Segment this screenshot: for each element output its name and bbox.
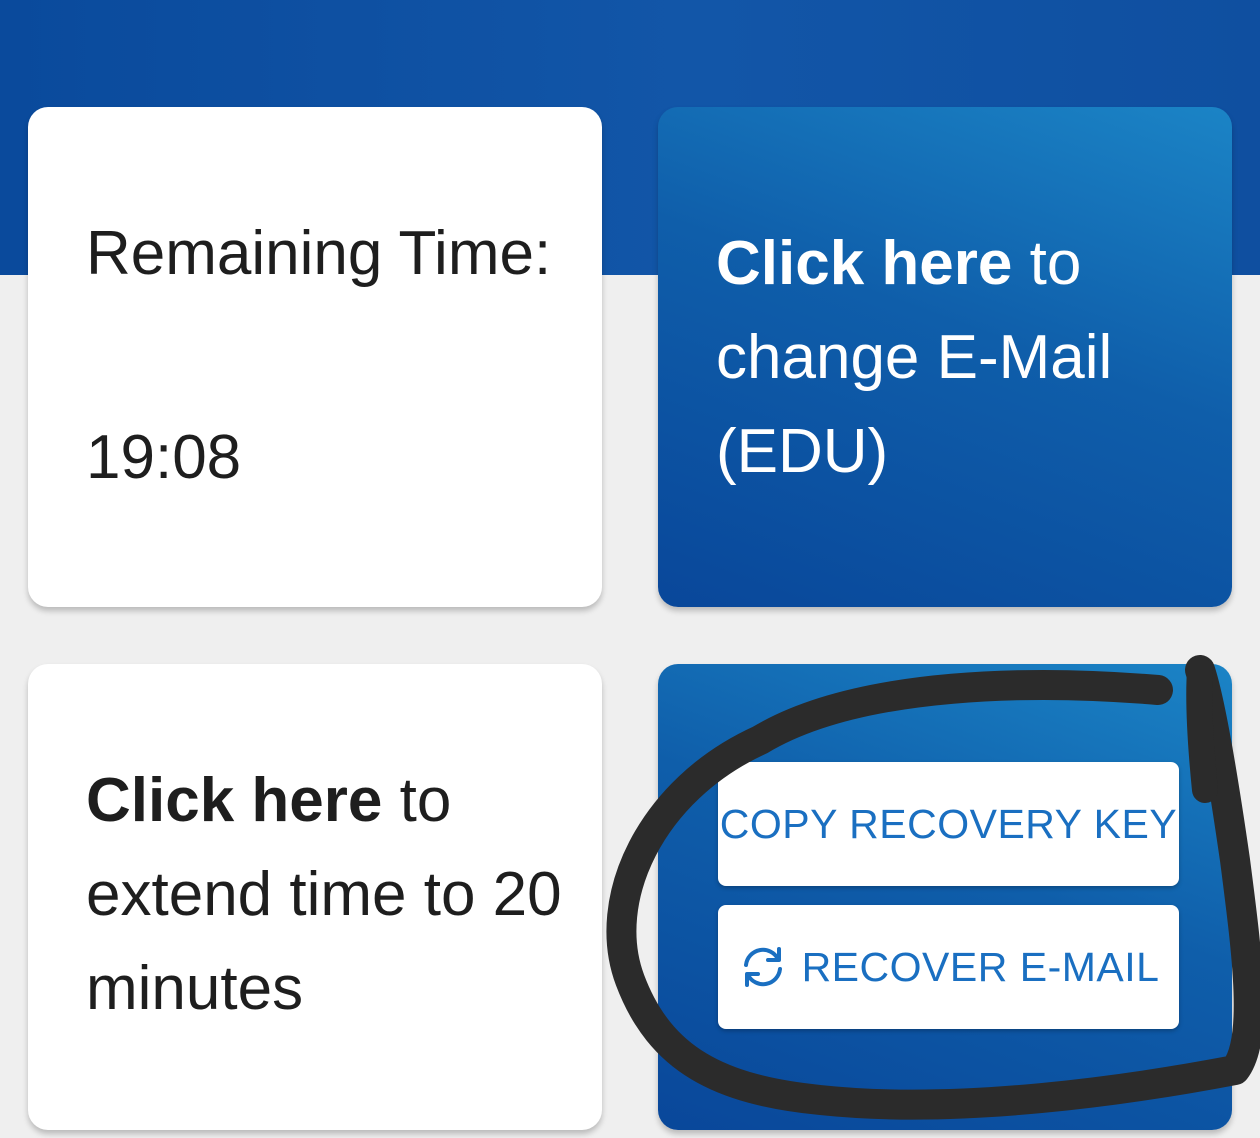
remaining-time-value: 19:08 xyxy=(86,423,242,492)
extend-time-rest: extend time to 20 minutes xyxy=(86,860,562,1023)
recovery-card: COPY RECOVERY KEY RECOVER E-MAIL xyxy=(658,664,1232,1130)
change-email-rest: change E-Mail (EDU) xyxy=(716,323,1113,486)
copy-recovery-key-label: COPY RECOVERY KEY xyxy=(719,800,1178,847)
change-email-card[interactable]: Click here to change E-Mail (EDU) xyxy=(658,107,1232,607)
change-email-bold: Click here xyxy=(716,229,1013,298)
refresh-icon xyxy=(738,945,788,989)
remaining-time-card: Remaining Time: 19:08 xyxy=(28,107,602,607)
remaining-time-label: Remaining Time: xyxy=(86,219,552,288)
recover-email-label: RECOVER E-MAIL xyxy=(801,943,1160,990)
change-email-to: to xyxy=(1012,229,1082,298)
recover-email-button[interactable]: RECOVER E-MAIL xyxy=(718,905,1179,1029)
extend-time-card[interactable]: Click here to extend time to 20 minutes xyxy=(28,664,602,1130)
extend-time-text: Click here to extend time to 20 minutes xyxy=(86,754,586,1036)
extend-time-bold: Click here xyxy=(86,766,383,835)
copy-recovery-key-button[interactable]: COPY RECOVERY KEY xyxy=(718,762,1179,886)
extend-time-to: to xyxy=(382,766,452,835)
change-email-text: Click here to change E-Mail (EDU) xyxy=(716,217,1216,499)
